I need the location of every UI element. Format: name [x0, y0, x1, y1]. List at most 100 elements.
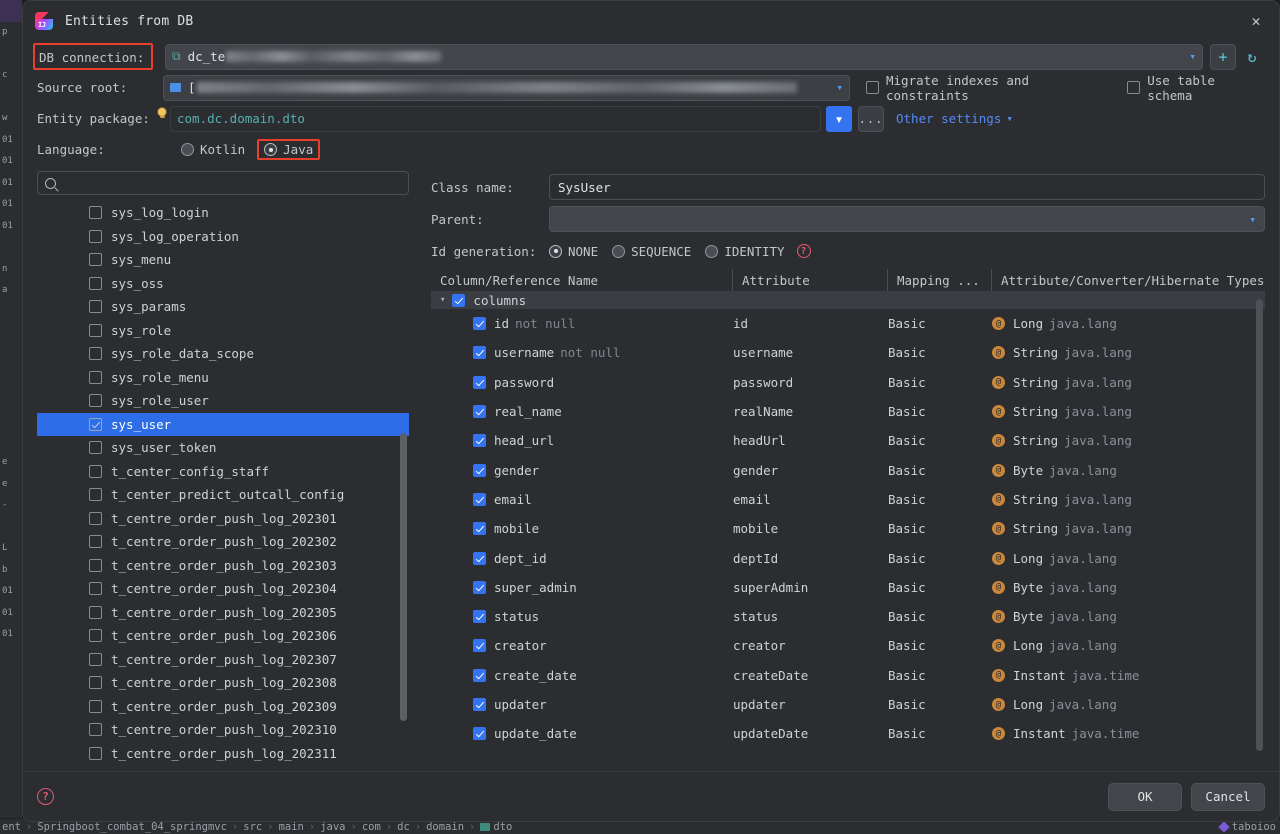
table-checkbox[interactable] — [89, 370, 102, 384]
attribute-cell[interactable]: status — [733, 609, 888, 624]
table-checkbox[interactable] — [89, 558, 102, 572]
attribute-cell[interactable]: mobile — [733, 521, 888, 536]
table-row[interactable]: username not null username Basic @ String java… — [431, 338, 1265, 367]
entity-package-browse-button[interactable]: ... — [858, 105, 884, 132]
column-checkbox[interactable] — [473, 492, 486, 506]
table-checkbox[interactable] — [89, 723, 102, 737]
mapping-cell[interactable]: Basic — [888, 609, 992, 624]
attribute-cell[interactable]: creator — [733, 638, 888, 653]
breadcrumb-item[interactable]: dc — [397, 821, 410, 833]
id-generation-sequence-option[interactable]: SEQUENCE — [612, 244, 691, 259]
table-checkbox[interactable] — [89, 746, 102, 760]
list-item[interactable]: t_centre_order_push_log_202311 — [37, 742, 409, 766]
table-list[interactable]: sys_log_login sys_log_operation sys_menu sy… — [37, 201, 409, 771]
search-input[interactable] — [37, 171, 409, 195]
mapping-cell[interactable]: Basic — [888, 433, 992, 448]
attribute-cell[interactable]: gender — [733, 463, 888, 478]
table-checkbox[interactable] — [89, 582, 102, 596]
list-item[interactable]: sys_log_login — [37, 201, 409, 225]
breadcrumb-item[interactable]: dto — [480, 821, 512, 833]
list-item[interactable]: t_centre_order_push_log_202306 — [37, 624, 409, 648]
kotlin-radio[interactable] — [181, 143, 194, 156]
column-header[interactable]: Mapping ... — [888, 269, 992, 291]
column-checkbox[interactable] — [473, 551, 486, 565]
table-row[interactable]: mobile mobile Basic @ String java.lang — [431, 514, 1265, 543]
attribute-cell[interactable]: realName — [733, 404, 888, 419]
type-cell[interactable]: @ String java.lang — [992, 404, 1265, 419]
attribute-cell[interactable]: createDate — [733, 668, 888, 683]
id-generation-identity-radio[interactable] — [705, 244, 719, 258]
column-checkbox[interactable] — [473, 346, 486, 360]
language-kotlin-option[interactable]: Kotlin — [181, 142, 245, 157]
table-checkbox[interactable] — [89, 229, 102, 243]
table-row[interactable]: status status Basic @ Byte java.lang — [431, 602, 1265, 631]
refresh-icon[interactable]: ↻ — [1239, 44, 1265, 70]
table-checkbox[interactable] — [89, 488, 102, 502]
type-cell[interactable]: @ Byte java.lang — [992, 463, 1265, 478]
type-cell[interactable]: @ String java.lang — [992, 492, 1265, 507]
table-list-scrollbar[interactable] — [400, 201, 407, 771]
table-row[interactable]: update_date updateDate Basic @ Instant java.t… — [431, 719, 1265, 748]
table-checkbox[interactable] — [89, 441, 102, 455]
list-item[interactable]: sys_oss — [37, 272, 409, 296]
type-cell[interactable]: @ Long java.lang — [992, 638, 1265, 653]
table-row[interactable]: updater updater Basic @ Long java.lang — [431, 690, 1265, 719]
breadcrumb-item[interactable]: Springboot_combat_04_springmvc — [37, 821, 227, 833]
breadcrumb-item[interactable]: java — [320, 821, 345, 833]
list-item[interactable]: t_centre_order_push_log_202303 — [37, 554, 409, 578]
column-header[interactable]: Attribute — [733, 269, 888, 291]
id-generation-identity-option[interactable]: IDENTITY — [705, 244, 785, 259]
type-cell[interactable]: @ String java.lang — [992, 521, 1265, 536]
entity-package-dropdown-button[interactable]: ▾ — [826, 105, 852, 132]
chevron-down-icon[interactable]: ▾ — [1249, 214, 1256, 225]
mapping-cell[interactable]: Basic — [888, 492, 992, 507]
column-checkbox[interactable] — [473, 668, 486, 682]
table-checkbox[interactable] — [89, 676, 102, 690]
list-item[interactable]: t_centre_order_push_log_202301 — [37, 507, 409, 531]
mapping-cell[interactable]: Basic — [888, 697, 992, 712]
attribute-cell[interactable]: email — [733, 492, 888, 507]
mapping-cell[interactable]: Basic — [888, 375, 992, 390]
mapping-cell[interactable]: Basic — [888, 638, 992, 653]
table-checkbox[interactable] — [89, 535, 102, 549]
type-cell[interactable]: @ Byte java.lang — [992, 580, 1265, 595]
type-cell[interactable]: @ Instant java.time — [992, 668, 1265, 683]
table-row[interactable]: password password Basic @ String java.lang — [431, 368, 1265, 397]
parent-combo[interactable]: ▾ — [549, 206, 1265, 232]
table-row[interactable]: creator creator Basic @ Long java.lang — [431, 631, 1265, 660]
mapping-cell[interactable]: Basic — [888, 726, 992, 741]
use-table-schema-checkbox[interactable] — [1127, 81, 1141, 94]
table-row[interactable]: super_admin superAdmin Basic @ Byte java.lang — [431, 573, 1265, 602]
table-checkbox[interactable] — [89, 652, 102, 666]
help-circle-icon[interactable]: ? — [796, 244, 811, 258]
table-checkbox[interactable] — [89, 347, 102, 361]
list-item[interactable]: sys_log_operation — [37, 225, 409, 249]
list-item[interactable]: t_centre_order_push_log_202308 — [37, 671, 409, 695]
scrollbar-thumb[interactable] — [400, 433, 407, 721]
attribute-cell[interactable]: updateDate — [733, 726, 888, 741]
column-header[interactable]: Attribute/Converter/Hibernate Types — [992, 269, 1265, 291]
attribute-cell[interactable]: password — [733, 375, 888, 390]
attribute-cell[interactable]: superAdmin — [733, 580, 888, 595]
mapping-cell[interactable]: Basic — [888, 521, 992, 536]
list-item[interactable]: sys_menu — [37, 248, 409, 272]
column-checkbox[interactable] — [473, 405, 486, 419]
java-radio[interactable] — [264, 143, 278, 156]
table-checkbox[interactable] — [89, 206, 102, 220]
list-item[interactable]: sys_role — [37, 319, 409, 343]
list-item[interactable]: sys_user — [37, 412, 409, 436]
column-checkbox[interactable] — [473, 317, 486, 331]
breadcrumb-item[interactable]: ent — [2, 821, 21, 833]
list-item[interactable]: t_centre_order_push_log_202310 — [37, 718, 409, 742]
source-root-combo[interactable]: [ ▾ — [163, 74, 850, 101]
breadcrumb-item[interactable]: src — [243, 821, 262, 833]
scrollbar-thumb[interactable] — [1256, 299, 1263, 751]
help-circle-icon[interactable]: ? — [37, 788, 54, 805]
table-checkbox[interactable] — [89, 511, 102, 525]
close-icon[interactable]: ✕ — [1239, 6, 1273, 36]
attribute-cell[interactable]: username — [733, 345, 888, 360]
list-item[interactable]: sys_role_user — [37, 389, 409, 413]
attribute-cell[interactable]: headUrl — [733, 433, 888, 448]
lightbulb-icon[interactable] — [155, 106, 169, 120]
chevron-down-icon[interactable]: ▾ — [440, 295, 445, 305]
